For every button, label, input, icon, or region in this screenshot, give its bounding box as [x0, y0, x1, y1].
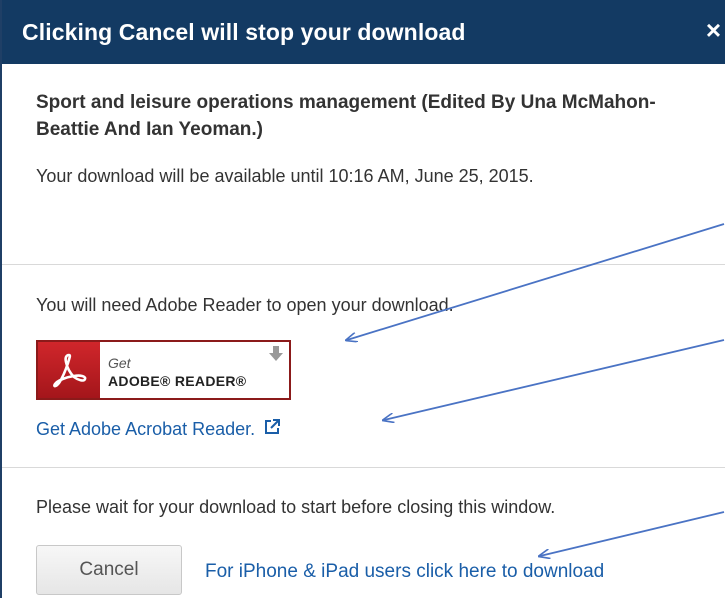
annotation-arrow [540, 511, 725, 556]
annotation-arrow [347, 223, 725, 340]
get-adobe-reader-badge[interactable]: Get ADOBE® READER® [36, 340, 291, 400]
download-dialog: Clicking Cancel will stop your download … [0, 0, 725, 598]
iphone-ipad-download-link[interactable]: For iPhone & iPad users click here to do… [205, 561, 604, 583]
annotation-arrow [384, 339, 725, 420]
section-divider [2, 264, 725, 265]
cancel-button[interactable]: Cancel [36, 545, 182, 595]
external-link-icon [263, 418, 281, 441]
close-icon[interactable]: × [706, 16, 721, 44]
section-divider [2, 467, 725, 468]
badge-brand-label: ADOBE® READER® [108, 373, 247, 389]
availability-text: Your download will be available until 10… [36, 166, 534, 186]
adobe-acrobat-logo-icon [38, 342, 100, 398]
need-reader-text: You will need Adobe Reader to open your … [36, 295, 454, 315]
download-arrow-icon [269, 346, 283, 367]
badge-get-label: Get [108, 355, 131, 371]
get-acrobat-reader-link[interactable]: Get Adobe Acrobat Reader. [36, 418, 281, 441]
document-title: Sport and leisure operations management … [36, 92, 656, 140]
dialog-title: Clicking Cancel will stop your download [22, 19, 466, 45]
dialog-title-bar: Clicking Cancel will stop your download … [2, 0, 725, 64]
acrobat-link-label: Get Adobe Acrobat Reader. [36, 419, 256, 439]
wait-instruction-text: Please wait for your download to start b… [36, 497, 556, 517]
